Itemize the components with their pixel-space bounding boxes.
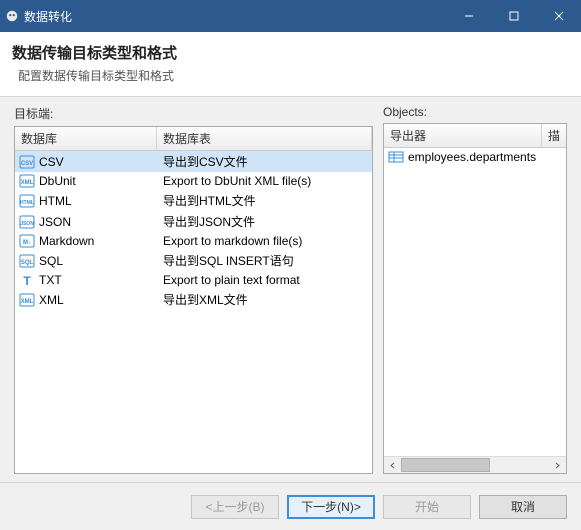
xml-icon: XML xyxy=(19,293,35,307)
close-button[interactable] xyxy=(536,0,581,32)
txt-icon: T xyxy=(19,273,35,287)
table-icon xyxy=(388,150,404,164)
format-name: Markdown xyxy=(39,234,94,248)
content-area: 目标端: 数据库 数据库表 CSV CSV 导出到CSV文件 XML DbUnit Exp… xyxy=(0,97,581,482)
table-row[interactable]: T TXT Export to plain text format xyxy=(15,271,372,289)
table-row[interactable]: HTML HTML 导出到HTML文件 xyxy=(15,190,372,211)
table-row[interactable]: M↓ Markdown Export to markdown file(s) xyxy=(15,232,372,250)
wizard-header: 数据传输目标类型和格式 配置数据传输目标类型和格式 xyxy=(0,32,581,97)
format-desc: 导出到CSV文件 xyxy=(157,153,372,170)
format-name: TXT xyxy=(39,273,62,287)
svg-text:JSON: JSON xyxy=(20,221,34,227)
horizontal-scrollbar[interactable] xyxy=(384,456,566,473)
page-title: 数据传输目标类型和格式 xyxy=(12,42,569,63)
svg-text:CSV: CSV xyxy=(21,161,33,167)
col-exporter[interactable]: 导出器 xyxy=(384,124,542,147)
col-database[interactable]: 数据库 xyxy=(15,127,157,150)
table-row[interactable]: XML DbUnit Export to DbUnit XML file(s) xyxy=(15,172,372,190)
object-name: employees.departments xyxy=(408,150,536,164)
csv-icon: CSV xyxy=(19,155,35,169)
minimize-button[interactable] xyxy=(446,0,491,32)
xml-icon: XML xyxy=(19,174,35,188)
scroll-right-icon[interactable] xyxy=(549,457,566,474)
table-row[interactable]: employees.departments xyxy=(384,148,566,166)
svg-text:M↓: M↓ xyxy=(23,240,31,246)
col-table[interactable]: 数据库表 xyxy=(157,127,372,150)
svg-text:T: T xyxy=(23,274,31,287)
format-name: DbUnit xyxy=(39,174,76,188)
back-button: <上一步(B) xyxy=(191,495,279,519)
maximize-button[interactable] xyxy=(491,0,536,32)
format-desc: Export to DbUnit XML file(s) xyxy=(157,174,372,188)
objects-list[interactable]: 导出器 描 employees.departments xyxy=(383,123,567,474)
svg-text:XML: XML xyxy=(21,299,34,305)
app-icon xyxy=(0,9,24,23)
format-desc: 导出到JSON文件 xyxy=(157,213,372,230)
format-desc: Export to markdown file(s) xyxy=(157,234,372,248)
objects-panel: Objects: 导出器 描 employees.departments xyxy=(383,105,567,474)
target-label: 目标端: xyxy=(14,105,373,122)
format-name: XML xyxy=(39,293,64,307)
target-list[interactable]: 数据库 数据库表 CSV CSV 导出到CSV文件 XML DbUnit Export t… xyxy=(14,126,373,474)
table-row[interactable]: SQL SQL 导出到SQL INSERT语句 xyxy=(15,250,372,271)
scroll-left-icon[interactable] xyxy=(384,457,401,474)
objects-label: Objects: xyxy=(383,105,567,119)
svg-text:XML: XML xyxy=(21,180,34,186)
md-icon: M↓ xyxy=(19,234,35,248)
format-desc: 导出到SQL INSERT语句 xyxy=(157,252,372,269)
col-desc[interactable]: 描 xyxy=(542,124,566,147)
window-title: 数据转化 xyxy=(24,8,446,25)
start-button: 开始 xyxy=(383,495,471,519)
cancel-button[interactable]: 取消 xyxy=(479,495,567,519)
table-row[interactable]: CSV CSV 导出到CSV文件 xyxy=(15,151,372,172)
html-icon: HTML xyxy=(19,194,35,208)
json-icon: JSON xyxy=(19,215,35,229)
objects-header: 导出器 描 xyxy=(384,124,566,148)
next-button[interactable]: 下一步(N)> xyxy=(287,495,375,519)
format-name: HTML xyxy=(39,194,72,208)
target-panel: 目标端: 数据库 数据库表 CSV CSV 导出到CSV文件 XML DbUnit Exp… xyxy=(14,105,373,474)
format-desc: 导出到XML文件 xyxy=(157,291,372,308)
table-row[interactable]: JSON JSON 导出到JSON文件 xyxy=(15,211,372,232)
target-header: 数据库 数据库表 xyxy=(15,127,372,151)
format-desc: 导出到HTML文件 xyxy=(157,192,372,209)
format-desc: Export to plain text format xyxy=(157,273,372,287)
svg-text:HTML: HTML xyxy=(20,200,34,206)
format-name: CSV xyxy=(39,155,64,169)
footer: <上一步(B) 下一步(N)> 开始 取消 xyxy=(0,482,581,530)
format-name: JSON xyxy=(39,215,71,229)
titlebar: 数据转化 xyxy=(0,0,581,32)
page-subtitle: 配置数据传输目标类型和格式 xyxy=(12,67,569,84)
format-name: SQL xyxy=(39,254,63,268)
svg-text:SQL: SQL xyxy=(21,260,34,266)
table-row[interactable]: XML XML 导出到XML文件 xyxy=(15,289,372,310)
sql-icon: SQL xyxy=(19,254,35,268)
scrollbar-thumb[interactable] xyxy=(401,458,490,472)
